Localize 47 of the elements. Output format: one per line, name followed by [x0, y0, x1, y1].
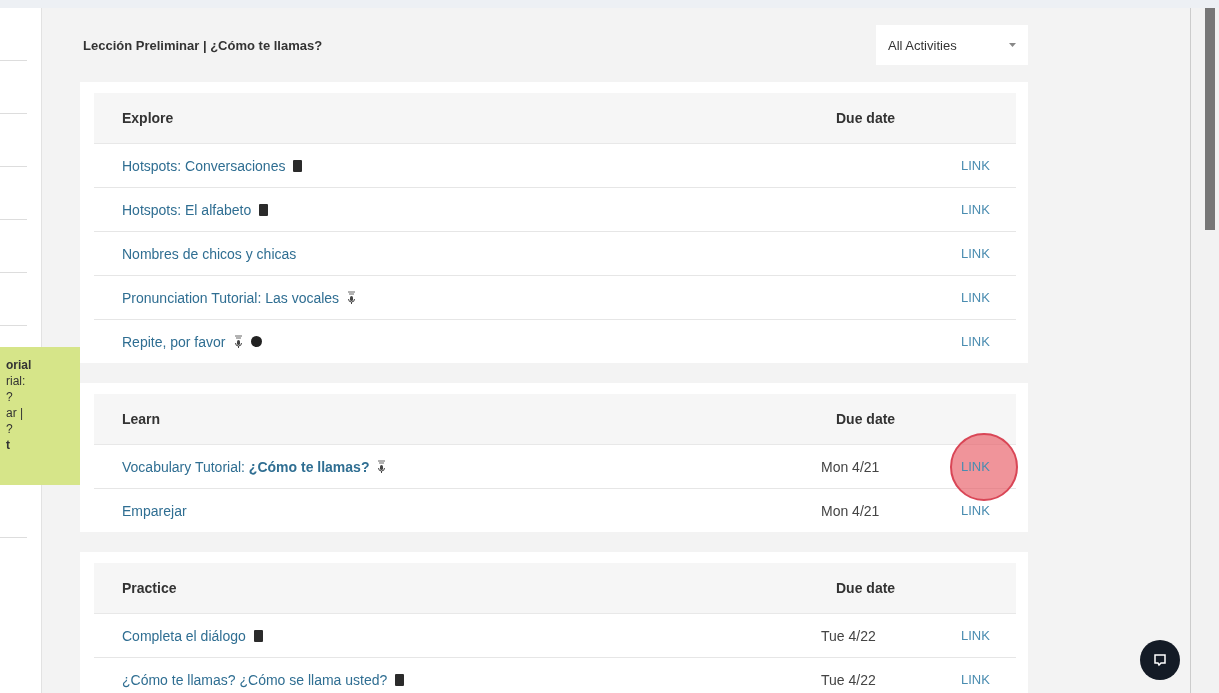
- section-title: Explore: [122, 110, 175, 126]
- tooltip-text: t: [6, 437, 11, 453]
- microphone-icon: [347, 290, 357, 305]
- link[interactable]: LINK: [961, 290, 990, 305]
- due-date-header: Due date: [836, 580, 897, 596]
- link[interactable]: LINK: [961, 672, 990, 687]
- link[interactable]: LINK: [961, 628, 990, 643]
- tooltip-text: orial: [6, 357, 33, 373]
- activity-link[interactable]: Pronunciation Tutorial: Las vocales: [122, 289, 340, 306]
- activity-link[interactable]: Vocabulary Tutorial: ¿Cómo te llamas?: [122, 458, 370, 475]
- tablet-icon: [293, 159, 303, 172]
- circle-icon: [250, 336, 262, 347]
- activity-link[interactable]: ¿Cómo te llamas? ¿Cómo se llama usted?: [122, 671, 388, 688]
- activity-link[interactable]: Emparejar: [122, 502, 187, 519]
- microphone-icon: [377, 459, 387, 474]
- tooltip-text: rial:: [6, 373, 27, 389]
- activity-link[interactable]: Hotspots: Conversaciones: [122, 157, 286, 174]
- tablet-icon: [395, 673, 405, 686]
- link[interactable]: LINK: [961, 503, 990, 518]
- link[interactable]: LINK: [961, 158, 990, 173]
- tablet-icon: [259, 203, 269, 216]
- microphone-icon: [233, 334, 243, 349]
- chat-icon: [1153, 653, 1167, 667]
- caret-icon: [1009, 43, 1016, 47]
- activity-link[interactable]: Repite, por favor: [122, 333, 226, 350]
- tooltip-text: ?: [6, 389, 14, 405]
- link[interactable]: LINK: [961, 202, 990, 217]
- activity-filter-dropdown[interactable]: All Activities: [876, 25, 1028, 65]
- link[interactable]: LINK: [961, 246, 990, 261]
- link[interactable]: LINK: [961, 334, 990, 349]
- scrollbar-thumb[interactable]: [1205, 8, 1215, 230]
- activity-link[interactable]: Hotspots: El alfabeto: [122, 201, 252, 218]
- due-date: Mon 4/21: [821, 502, 881, 519]
- section-title: Practice: [122, 580, 178, 596]
- tablet-icon: [253, 629, 263, 642]
- tooltip-text: ?: [6, 421, 14, 437]
- activity-link[interactable]: Nombres de chicos y chicas: [122, 245, 297, 262]
- chat-button[interactable]: [1140, 640, 1180, 680]
- breadcrumb: Lección Preliminar | ¿Cómo te llamas?: [83, 37, 323, 53]
- section-title: Learn: [122, 411, 162, 427]
- due-date: Tue 4/22: [821, 671, 877, 688]
- activity-link[interactable]: Completa el diálogo: [122, 627, 246, 644]
- due-date: Tue 4/22: [821, 627, 877, 644]
- tooltip-text: ar |: [6, 405, 25, 421]
- due-date-header: Due date: [836, 110, 897, 126]
- due-date: Mon 4/21: [821, 458, 881, 475]
- due-date-header: Due date: [836, 411, 897, 427]
